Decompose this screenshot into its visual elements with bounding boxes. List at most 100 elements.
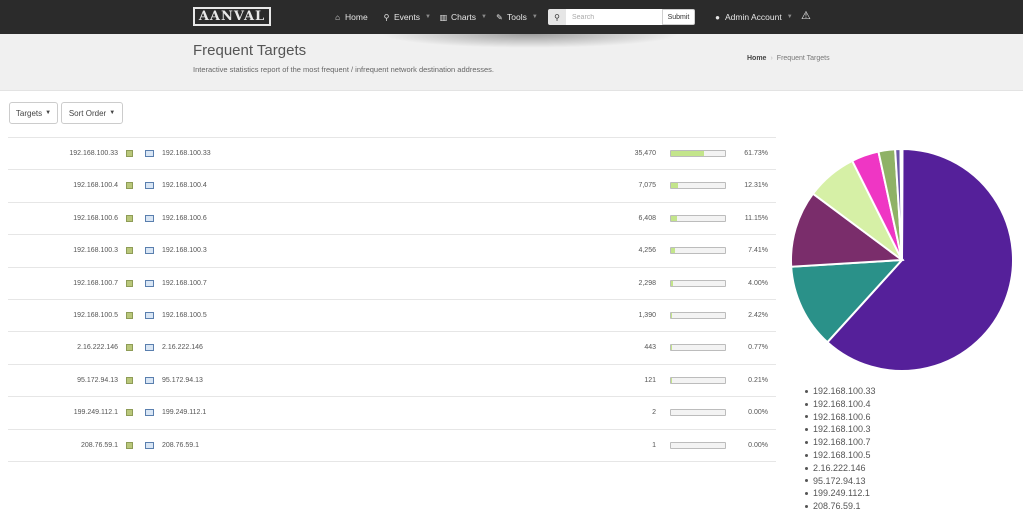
page-title: Frequent Targets bbox=[193, 42, 307, 59]
nav-home[interactable]: ⌂ Home bbox=[333, 0, 368, 34]
filter-icon[interactable] bbox=[126, 311, 133, 319]
target-ip[interactable]: 192.168.100.6 bbox=[73, 215, 118, 222]
host-lookup-icon[interactable] bbox=[145, 247, 154, 255]
table-row[interactable]: 95.172.94.13 95.172.94.13 121 0.21% bbox=[8, 365, 776, 398]
header-shadow bbox=[380, 34, 680, 48]
breadcrumb-separator: › bbox=[770, 55, 773, 62]
table-row[interactable]: 192.168.100.5 192.168.100.5 1,390 2.42% bbox=[8, 300, 776, 333]
event-count: 7,075 bbox=[638, 182, 656, 190]
target-host[interactable]: 192.168.100.6 bbox=[162, 215, 207, 222]
legend-item[interactable]: 199.249.112.1 bbox=[805, 487, 876, 500]
caret-down-icon: ▼ bbox=[45, 110, 52, 116]
search-icon[interactable]: ⚲ bbox=[548, 9, 566, 25]
search-icon: ⚲ bbox=[383, 12, 390, 22]
aanval-logo[interactable]: AANVAL bbox=[193, 7, 271, 26]
table-row[interactable]: 208.76.59.1 208.76.59.1 1 0.00% bbox=[8, 430, 776, 462]
chevron-down-icon: ▼ bbox=[425, 14, 431, 20]
legend-item[interactable]: 192.168.100.3 bbox=[805, 423, 876, 436]
progress-fill bbox=[671, 312, 673, 318]
nav-charts[interactable]: ▥ Charts ▼ bbox=[439, 0, 487, 34]
target-host[interactable]: 192.168.100.5 bbox=[162, 312, 207, 319]
event-count: 443 bbox=[644, 344, 656, 352]
table-row[interactable]: 192.168.100.6 192.168.100.6 6,408 11.15% bbox=[8, 203, 776, 236]
nav-events[interactable]: ⚲ Events ▼ bbox=[382, 0, 431, 34]
caret-down-icon: ▼ bbox=[109, 110, 116, 116]
legend-item[interactable]: 192.168.100.5 bbox=[805, 449, 876, 462]
target-ip[interactable]: 192.168.100.3 bbox=[73, 247, 118, 254]
host-lookup-icon[interactable] bbox=[145, 214, 154, 222]
target-ip[interactable]: 2.16.222.146 bbox=[77, 344, 118, 351]
target-host[interactable]: 192.168.100.3 bbox=[162, 247, 207, 254]
target-ip[interactable]: 208.76.59.1 bbox=[81, 442, 118, 449]
table-row[interactable]: 2.16.222.146 2.16.222.146 443 0.77% bbox=[8, 332, 776, 365]
target-host[interactable]: 199.249.112.1 bbox=[162, 409, 206, 416]
host-lookup-icon[interactable] bbox=[145, 441, 154, 449]
target-host[interactable]: 95.172.94.13 bbox=[162, 377, 203, 384]
filter-icon[interactable] bbox=[126, 214, 133, 222]
host-lookup-icon[interactable] bbox=[145, 150, 154, 157]
filter-icon[interactable] bbox=[126, 344, 133, 352]
page-subtitle: Interactive statistics report of the mos… bbox=[193, 65, 494, 74]
host-lookup-icon[interactable] bbox=[145, 279, 154, 287]
target-ip[interactable]: 199.249.112.1 bbox=[74, 409, 118, 416]
pie-legend: 192.168.100.33 192.168.100.4 192.168.100.6… bbox=[805, 385, 876, 513]
host-lookup-icon[interactable] bbox=[145, 182, 154, 190]
percentage: 61.73% bbox=[744, 150, 768, 157]
target-host[interactable]: 208.76.59.1 bbox=[162, 442, 199, 449]
event-count: 1 bbox=[652, 441, 656, 449]
legend-item[interactable]: 2.16.222.146 bbox=[805, 462, 876, 475]
breadcrumb-current: Frequent Targets bbox=[776, 55, 830, 62]
event-count: 1,390 bbox=[638, 311, 656, 319]
progress-bar bbox=[670, 376, 726, 384]
percentage: 11.15% bbox=[744, 214, 768, 222]
percentage: 2.42% bbox=[748, 311, 768, 319]
target-ip[interactable]: 95.172.94.13 bbox=[77, 377, 118, 384]
legend-item[interactable]: 95.172.94.13 bbox=[805, 475, 876, 488]
table-row[interactable]: 192.168.100.7 192.168.100.7 2,298 4.00% bbox=[8, 268, 776, 300]
target-host[interactable]: 192.168.100.7 bbox=[162, 280, 207, 287]
filter-icon[interactable] bbox=[126, 376, 133, 384]
warning-icon[interactable]: ⚠ bbox=[801, 10, 813, 22]
target-host[interactable]: 2.16.222.146 bbox=[162, 344, 203, 351]
target-host[interactable]: 192.168.100.33 bbox=[162, 150, 211, 157]
nav-admin-account[interactable]: ● Admin Account ▼ bbox=[713, 0, 793, 34]
table-row[interactable]: 192.168.100.4 192.168.100.4 7,075 12.31% bbox=[8, 170, 776, 203]
progress-fill bbox=[671, 215, 678, 221]
target-host[interactable]: 192.168.100.4 bbox=[162, 182, 207, 189]
filter-icon[interactable] bbox=[126, 409, 133, 417]
legend-item[interactable]: 208.76.59.1 bbox=[805, 500, 876, 513]
target-ip[interactable]: 192.168.100.5 bbox=[73, 312, 118, 319]
target-ip[interactable]: 192.168.100.4 bbox=[73, 182, 118, 189]
submit-button[interactable]: Submit bbox=[662, 9, 695, 25]
filter-icon[interactable] bbox=[126, 441, 133, 449]
event-count: 121 bbox=[644, 376, 656, 384]
host-lookup-icon[interactable] bbox=[145, 409, 154, 417]
table-row[interactable]: 192.168.100.33 192.168.100.33 35,470 61.73% bbox=[8, 138, 776, 171]
filter-icon[interactable] bbox=[126, 182, 133, 190]
target-ip[interactable]: 192.168.100.33 bbox=[69, 150, 118, 157]
table-row[interactable]: 192.168.100.3 192.168.100.3 4,256 7.41% bbox=[8, 235, 776, 268]
targets-dropdown-button[interactable]: Targets ▼ bbox=[9, 102, 58, 124]
breadcrumb: Home › Frequent Targets bbox=[747, 55, 830, 62]
breadcrumb-home[interactable]: Home bbox=[747, 55, 766, 62]
table-row[interactable]: 199.249.112.1 199.249.112.1 2 0.00% bbox=[8, 397, 776, 430]
filter-icon[interactable] bbox=[126, 279, 133, 287]
progress-fill bbox=[671, 280, 674, 286]
legend-item[interactable]: 192.168.100.33 bbox=[805, 385, 876, 398]
host-lookup-icon[interactable] bbox=[145, 344, 154, 352]
progress-bar bbox=[670, 279, 726, 287]
filter-icon[interactable] bbox=[126, 150, 133, 157]
nav-tools[interactable]: ✎ Tools ▼ bbox=[495, 0, 538, 34]
filter-icon[interactable] bbox=[126, 247, 133, 255]
event-count: 2,298 bbox=[638, 279, 656, 287]
search-input[interactable] bbox=[566, 9, 662, 25]
legend-item[interactable]: 192.168.100.6 bbox=[805, 411, 876, 424]
host-lookup-icon[interactable] bbox=[145, 311, 154, 319]
sort-order-dropdown-button[interactable]: Sort Order ▼ bbox=[61, 102, 123, 124]
target-ip[interactable]: 192.168.100.7 bbox=[73, 280, 118, 287]
host-lookup-icon[interactable] bbox=[145, 376, 154, 384]
percentage: 4.00% bbox=[748, 279, 768, 287]
percentage: 7.41% bbox=[748, 247, 768, 255]
legend-item[interactable]: 192.168.100.7 bbox=[805, 436, 876, 449]
legend-item[interactable]: 192.168.100.4 bbox=[805, 398, 876, 411]
